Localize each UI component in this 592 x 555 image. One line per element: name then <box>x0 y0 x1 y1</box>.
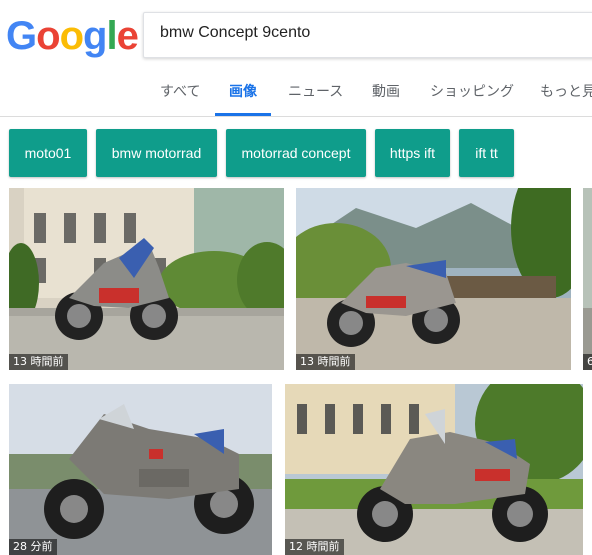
tab-all[interactable]: すべて <box>160 80 200 116</box>
search-box[interactable] <box>143 12 592 58</box>
tab-videos[interactable]: 動画 <box>372 80 400 116</box>
chip-https-ift[interactable]: https ift <box>375 129 450 177</box>
image-result[interactable]: 28 分前 <box>9 384 272 555</box>
search-header: Google すべて 画像 ニュース 動画 ショッピング もっと見 <box>0 0 592 117</box>
motorcycle-photo-partial <box>583 188 592 370</box>
tab-news[interactable]: ニュース <box>288 80 343 116</box>
google-logo[interactable]: Google <box>6 14 139 58</box>
image-result[interactable]: 13 時間前 <box>296 188 571 370</box>
logo-letter: G <box>6 14 37 58</box>
motorcycle-villa-photo <box>9 188 284 370</box>
logo-letter: o <box>59 14 84 58</box>
chip-moto01[interactable]: moto01 <box>9 129 87 177</box>
image-result[interactable]: 6 <box>583 188 592 370</box>
search-input[interactable] <box>160 24 580 42</box>
time-label: 12 時間前 <box>285 539 344 555</box>
image-result[interactable]: 13 時間前 <box>9 188 284 370</box>
motorcycle-lake-photo <box>296 188 571 370</box>
chip-motorrad-concept[interactable]: motorrad concept <box>226 129 366 177</box>
logo-letter: l <box>106 14 117 58</box>
search-tabs: すべて 画像 ニュース 動画 ショッピング もっと見 <box>0 80 592 116</box>
logo-letter: e <box>116 14 139 58</box>
motorcycle-mansion-photo <box>285 384 583 555</box>
time-label: 13 時間前 <box>296 354 355 370</box>
time-label: 13 時間前 <box>9 354 68 370</box>
logo-letter: o <box>36 14 60 58</box>
chip-ift-tt[interactable]: ift tt <box>459 129 514 177</box>
tab-shopping[interactable]: ショッピング <box>430 80 514 116</box>
tab-more[interactable]: もっと見 <box>540 80 592 116</box>
related-search-chips: moto01 bmw motorrad motorrad concept htt… <box>0 129 592 177</box>
motorcycle-road-photo <box>9 384 272 555</box>
logo-letter: g <box>83 14 107 58</box>
time-label: 28 分前 <box>9 539 57 555</box>
tab-images[interactable]: 画像 <box>215 80 271 116</box>
chip-bmw-motorrad[interactable]: bmw motorrad <box>96 129 217 177</box>
time-label: 6 <box>583 354 592 370</box>
image-result[interactable]: 12 時間前 <box>285 384 583 555</box>
